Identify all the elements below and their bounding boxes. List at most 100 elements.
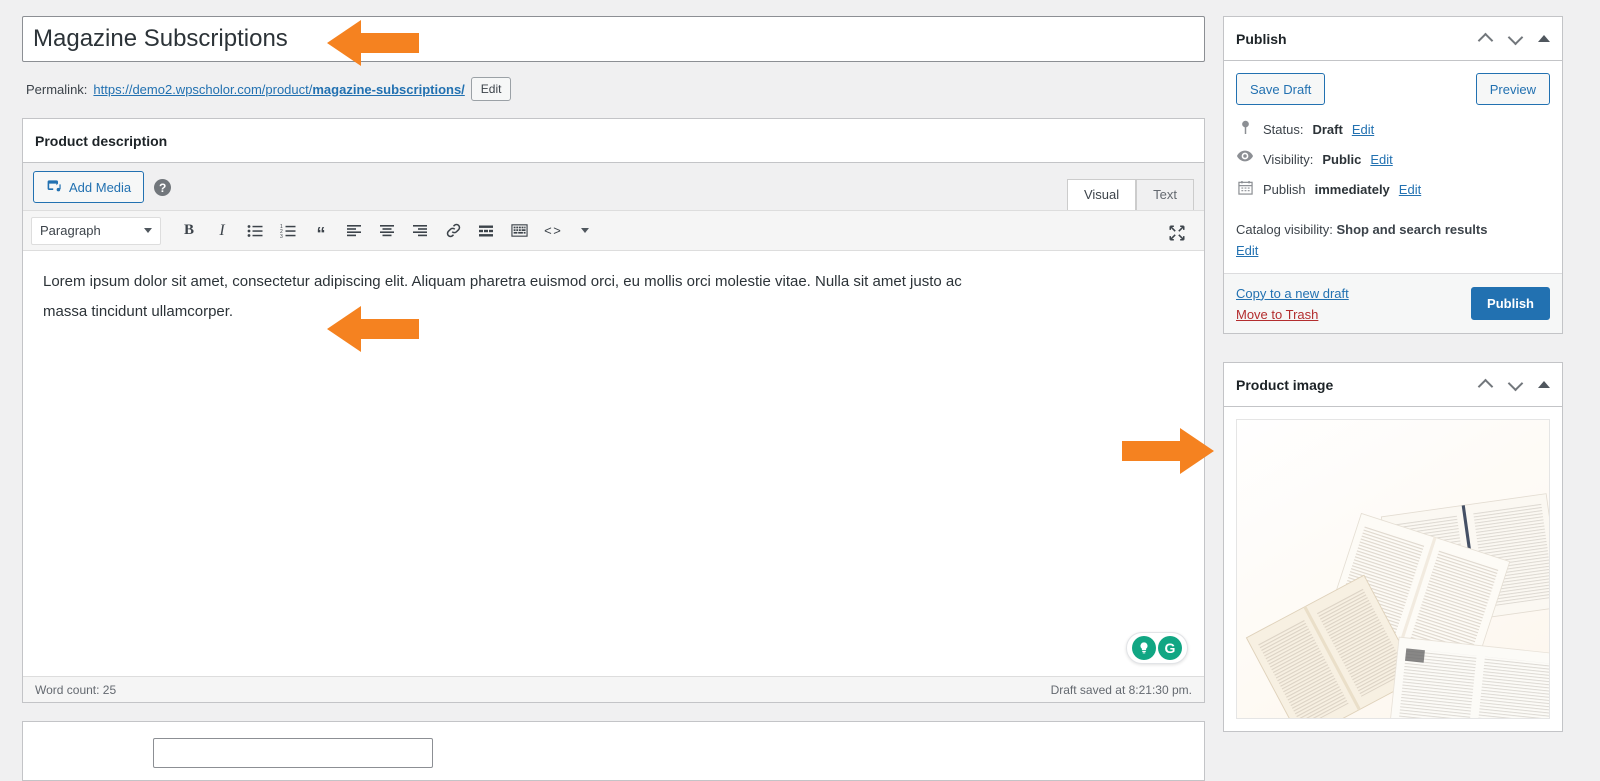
svg-text:3: 3 [280, 234, 283, 239]
align-right-icon[interactable] [405, 217, 435, 245]
editor-text-line-2: massa tincidunt ullamcorper. [43, 303, 234, 320]
panel-handle-actions [1478, 31, 1550, 47]
blockquote-icon[interactable]: “ [306, 217, 336, 245]
lightbulb-icon[interactable] [1132, 636, 1156, 660]
arrow-pointing-to-description-text [327, 304, 419, 354]
eye-icon [1236, 150, 1254, 162]
permalink-edit-button[interactable]: Edit [470, 77, 512, 101]
toolbar-toggle-icon[interactable] [570, 217, 600, 245]
chevron-down-icon [144, 228, 152, 233]
publish-meta-list: Status: Draft Edit Visibility: Public Ed… [1224, 115, 1562, 213]
publish-panel: Publish Save Draft Preview Status: Draft… [1223, 16, 1563, 334]
publish-panel-header: Publish [1224, 17, 1562, 61]
code-icon[interactable]: < > [537, 217, 567, 245]
chevron-down-icon[interactable] [1508, 377, 1524, 393]
product-image-wrapper [1224, 407, 1562, 731]
media-icon [46, 178, 62, 197]
copy-to-new-draft-link[interactable]: Copy to a new draft [1236, 286, 1349, 301]
move-to-trash-link[interactable]: Move to Trash [1236, 307, 1349, 322]
panel-title: Product description [35, 132, 168, 149]
status-value: Draft [1312, 122, 1343, 137]
tab-visual[interactable]: Visual [1066, 179, 1137, 210]
read-more-icon[interactable] [471, 217, 501, 245]
bold-icon[interactable]: B [174, 217, 204, 245]
catalog-value: Shop and search results [1336, 222, 1488, 237]
product-image-thumbnail[interactable] [1236, 419, 1550, 719]
next-panel-partial [22, 721, 1205, 781]
chevron-up-icon[interactable] [1478, 31, 1494, 47]
chevron-down-icon[interactable] [1508, 31, 1524, 47]
product-description-header: Product description [23, 119, 1204, 163]
visibility-edit-link[interactable]: Edit [1370, 150, 1392, 170]
align-center-icon[interactable] [372, 217, 402, 245]
numbered-list-icon[interactable]: 1 2 3 [273, 217, 303, 245]
tab-text[interactable]: Text [1136, 179, 1194, 210]
save-draft-button[interactable]: Save Draft [1236, 73, 1326, 105]
permalink-row: Permalink: https://demo2.wpscholor.com/p… [22, 74, 1205, 104]
grammarly-widget[interactable]: G [1126, 632, 1188, 664]
arrow-pointing-to-title [327, 18, 419, 68]
toggle-triangle-icon[interactable] [1538, 381, 1550, 388]
bulleted-list-icon[interactable] [240, 217, 270, 245]
chevron-down-icon [581, 228, 589, 233]
publish-footer-links: Copy to a new draft Move to Trash [1236, 286, 1349, 322]
keyboard-shortcuts-icon[interactable] [504, 217, 534, 245]
add-media-label: Add Media [69, 179, 132, 195]
preview-button[interactable]: Preview [1475, 73, 1550, 105]
publish-time-row: Publish immediately Edit [1236, 175, 1550, 205]
publish-button[interactable]: Publish [1471, 287, 1550, 320]
format-select-value: Paragraph [40, 223, 101, 238]
visibility-label: Visibility: [1263, 152, 1314, 167]
link-icon[interactable] [438, 217, 468, 245]
post-title-input[interactable] [22, 16, 1205, 62]
permalink-slug: magazine-subscriptions/ [312, 81, 465, 97]
catalog-visibility-row: Catalog visibility: Shop and search resu… [1224, 213, 1562, 273]
editor-content-area[interactable]: Lorem ipsum dolor sit amet, consectetur … [23, 251, 1204, 676]
paragraph-format-select[interactable]: Paragraph [31, 216, 161, 245]
pin-icon [1236, 120, 1254, 135]
italic-icon[interactable]: I [207, 217, 237, 245]
draft-saved-status: Draft saved at 8:21:30 pm. [1050, 682, 1192, 697]
panel-handle-actions [1478, 377, 1550, 393]
arrow-pointing-to-product-image [1122, 426, 1214, 476]
panel-title: Publish [1236, 30, 1287, 47]
publish-time-value: immediately [1314, 182, 1390, 197]
editor-mode-tabs: Visual Text [1066, 179, 1194, 210]
editor-top-bar: Add Media ? Visual Text [23, 163, 1204, 211]
title-section [22, 6, 1205, 62]
status-edit-link[interactable]: Edit [1352, 120, 1374, 140]
catalog-edit-link[interactable]: Edit [1236, 243, 1258, 258]
visibility-value: Public [1322, 152, 1362, 167]
help-icon[interactable]: ? [154, 179, 172, 196]
panel-title: Product image [1236, 376, 1334, 393]
visibility-row: Visibility: Public Edit [1236, 145, 1550, 175]
publish-footer: Copy to a new draft Move to Trash Publis… [1224, 273, 1562, 333]
catalog-label: Catalog visibility: [1236, 222, 1333, 237]
align-left-icon[interactable] [339, 217, 369, 245]
partial-input-field[interactable] [153, 738, 433, 768]
chevron-up-icon[interactable] [1478, 377, 1494, 393]
status-row: Status: Draft Edit [1236, 115, 1550, 145]
grammarly-g-icon[interactable]: G [1158, 636, 1182, 660]
publish-actions-row: Save Draft Preview [1224, 61, 1562, 115]
toggle-triangle-icon[interactable] [1538, 35, 1550, 42]
product-image-header: Product image [1224, 363, 1562, 407]
publish-time-edit-link[interactable]: Edit [1399, 180, 1421, 200]
add-media-button[interactable]: Add Media [33, 171, 145, 203]
editor-status-bar: Word count: 25 Draft saved at 8:21:30 pm… [23, 676, 1204, 702]
permalink-url[interactable]: https://demo2.wpscholor.com/product/maga… [93, 82, 464, 97]
fullscreen-icon[interactable] [1162, 219, 1192, 247]
sidebar-column: Publish Save Draft Preview Status: Draft… [1223, 6, 1563, 766]
editor-toolbar: Paragraph B I 1 2 3 “ < > [23, 211, 1204, 251]
permalink-base: https://demo2.wpscholor.com/product/ [93, 81, 313, 97]
editor-text-line-1: Lorem ipsum dolor sit amet, consectetur … [43, 273, 962, 290]
editor-paragraph: Lorem ipsum dolor sit amet, consectetur … [43, 267, 1184, 327]
calendar-icon [1236, 180, 1254, 195]
product-image-panel: Product image [1223, 362, 1563, 732]
status-label: Status: [1263, 122, 1304, 137]
main-column: Permalink: https://demo2.wpscholor.com/p… [22, 6, 1214, 781]
permalink-label: Permalink: [26, 81, 88, 97]
product-description-panel: Product description Add Media ? Visual T… [22, 118, 1205, 703]
word-count: Word count: 25 [35, 682, 117, 697]
publish-time-label: Publish [1263, 182, 1306, 197]
